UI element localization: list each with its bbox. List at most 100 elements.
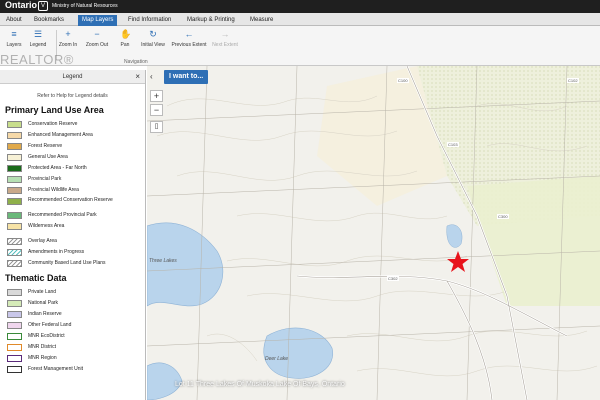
tab-measure[interactable]: Measure [246, 15, 277, 26]
legend-item-label: Forest Reserve [28, 143, 63, 149]
toolbar-ribbon: ≡ Layers ☰ Legend + Zoom In − Zoom Out ✋… [0, 26, 600, 66]
legend-item: Forest Management Unit [0, 364, 145, 375]
legend-item-label: Conservation Reserve [28, 121, 78, 127]
legend-swatch [7, 187, 22, 194]
legend-swatch [7, 176, 22, 183]
legend-item-label: Recommended Provincial Park [28, 212, 97, 218]
legend-item-label: Forest Management Unit [28, 366, 84, 372]
legend-item-label: MNR EcoDistrict [28, 333, 65, 339]
pan-label: Pan [120, 42, 130, 48]
legend-item-label: Indian Reserve [28, 311, 62, 317]
initial-view-button[interactable]: ↻ Initial View [139, 29, 167, 48]
legend-item: Community Based Land Use Plans [0, 258, 145, 269]
legend-item-label: MNR District [28, 344, 57, 350]
ontario-logo: Ontario [5, 0, 38, 10]
map-basemap [147, 66, 600, 400]
legend-swatch [7, 289, 22, 296]
map-zoom-out-button[interactable]: − [150, 104, 163, 116]
legend-item: Enhanced Management Area [0, 130, 145, 141]
legend-swatch [7, 165, 22, 172]
road-label: C302 [387, 276, 399, 281]
pan-button[interactable]: ✋ Pan [111, 29, 139, 48]
layers-label: Layers [6, 42, 22, 48]
tab-map-layers[interactable]: Map Layers [78, 15, 118, 26]
realtor-watermark: REALTOR® [0, 52, 74, 67]
legend-item: Provincial Park [0, 174, 145, 185]
previous-extent-icon: ← [184, 29, 194, 39]
map-canvas[interactable]: ‹ I want to... + − ▯ Deer Lake Three Lak… [147, 66, 600, 400]
legend-help-text: Refer to Help for Legend details [37, 93, 108, 99]
legend-label: Legend [29, 42, 47, 48]
legend-item-label: General Use Area [28, 154, 68, 160]
close-icon[interactable]: × [135, 70, 140, 84]
legend-item: Protected Area - Far North [0, 163, 145, 174]
thematic-data-list: Private Land National Park Indian Reserve O… [0, 287, 145, 375]
zoom-in-button[interactable]: + Zoom In [54, 29, 82, 48]
legend-swatch [7, 154, 22, 161]
legend-swatch [7, 238, 22, 245]
tab-markup-printing[interactable]: Markup & Printing [183, 15, 239, 26]
layers-icon: ≡ [11, 29, 17, 39]
zoom-out-button[interactable]: − Zoom Out [83, 29, 111, 48]
legend-item-label: Overlay Area [28, 238, 57, 244]
legend-item: National Park [0, 298, 145, 309]
initial-view-icon: ↻ [149, 29, 157, 39]
legend-swatch [7, 198, 22, 205]
next-extent-label: Next Extent [212, 42, 238, 48]
legend-item-label: Protected Area - Far North [28, 165, 87, 171]
legend-item: Recommended Provincial Park [0, 210, 145, 221]
legend-item: Other Federal Land [0, 320, 145, 331]
legend-panel: Legend × Refer to Help for Legend detail… [0, 70, 146, 400]
legend-item: Conservation Reserve [0, 119, 145, 130]
road-label: C102 [567, 78, 579, 83]
map-zoom-in-button[interactable]: + [150, 90, 163, 102]
road-label: C103 [447, 142, 459, 147]
legend-item: Wilderness Area [0, 221, 145, 232]
legend-item: Private Land [0, 287, 145, 298]
legend-item: Forest Reserve [0, 141, 145, 152]
previous-extent-label: Previous Extent [171, 42, 207, 48]
zoom-in-icon: + [65, 29, 71, 39]
top-header: Ontario V Ministry of Natural Resources [0, 0, 600, 13]
tab-about[interactable]: About [2, 15, 26, 26]
legend-item: MNR District [0, 342, 145, 353]
legend-item-label: Provincial Wildlife Area [28, 187, 79, 193]
zoom-in-label: Zoom In [58, 42, 78, 48]
legend-header: Legend × [0, 70, 145, 84]
legend-swatch [7, 260, 22, 267]
legend-item-label: Wilderness Area [28, 223, 65, 229]
primary-land-use-list: Conservation Reserve Enhanced Management … [0, 119, 145, 232]
legend-item-label: Community Based Land Use Plans [28, 260, 106, 266]
legend-item: MNR EcoDistrict [0, 331, 145, 342]
legend-item: Amendments in Progress [0, 247, 145, 258]
tab-find-information[interactable]: Find Information [124, 15, 175, 26]
legend-swatch [7, 300, 22, 307]
zoom-out-label: Zoom Out [85, 42, 109, 48]
main-tab-bar: About Bookmarks Map Layers Find Informat… [0, 13, 600, 26]
legend-item-label: MNR Region [28, 355, 57, 361]
legend-swatch [7, 212, 22, 219]
previous-extent-button[interactable]: ← Previous Extent [171, 29, 207, 48]
collapse-panel-icon[interactable]: ‹ [150, 72, 153, 81]
book-icon[interactable]: ▯ [150, 121, 163, 133]
legend-item-label: Amendments in Progress [28, 249, 85, 255]
legend-item: MNR Region [0, 353, 145, 364]
legend-item-label: National Park [28, 300, 59, 306]
next-extent-button[interactable]: → Next Extent [207, 29, 243, 48]
road-label: C300 [497, 214, 509, 219]
legend-title: Legend [62, 74, 83, 80]
legend-item-label: Enhanced Management Area [28, 132, 93, 138]
star-icon[interactable] [446, 250, 470, 274]
legend-item: Provincial Wildlife Area [0, 185, 145, 196]
navigation-group-label: Navigation [124, 59, 148, 65]
legend-item: Overlay Area [0, 236, 145, 247]
tab-bookmarks[interactable]: Bookmarks [30, 15, 68, 26]
legend-item-label: Recommended Conservation Reserve [28, 197, 113, 203]
legend-swatch [7, 366, 22, 373]
lake-label-deer: Deer Lake [265, 356, 289, 362]
i-want-to-button[interactable]: I want to... [164, 70, 209, 84]
legend-swatch [7, 333, 22, 340]
legend-button[interactable]: ☰ Legend [24, 29, 52, 48]
legend-icon: ☰ [33, 29, 43, 39]
zoom-out-icon: − [94, 29, 100, 39]
